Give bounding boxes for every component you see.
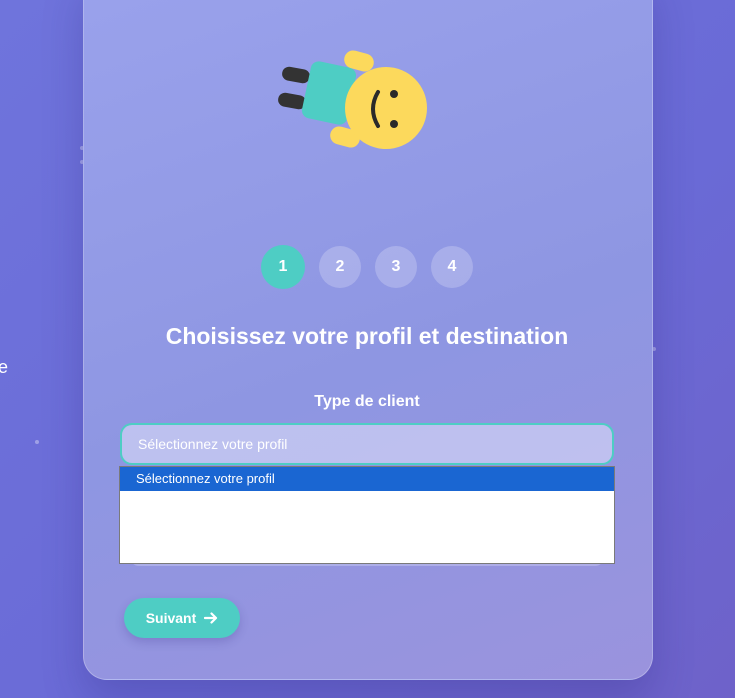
arrow-right-icon: [204, 612, 218, 624]
next-button-label: Suivant: [145, 610, 197, 626]
step-2[interactable]: 2: [319, 246, 361, 288]
stepper: 1 2 3 4: [261, 245, 473, 289]
mascot-illustration: [278, 50, 427, 149]
step-1[interactable]: 1: [261, 245, 305, 289]
next-button[interactable]: Suivant: [124, 598, 240, 638]
offscreen-text-fragment: e: [0, 357, 9, 377]
client-type-select[interactable]: Sélectionnez votre profil: [120, 423, 614, 465]
dropdown-option-select-profile[interactable]: Sélectionnez votre profil: [120, 467, 614, 491]
step-3[interactable]: 3: [375, 246, 417, 288]
form-title: Choisissez votre profil et destination: [165, 323, 569, 349]
step-4[interactable]: 4: [431, 246, 473, 288]
client-type-label: Type de client: [314, 393, 420, 410]
background-dot: [35, 440, 39, 444]
client-type-dropdown: Sélectionnez votre profil: [119, 466, 615, 564]
